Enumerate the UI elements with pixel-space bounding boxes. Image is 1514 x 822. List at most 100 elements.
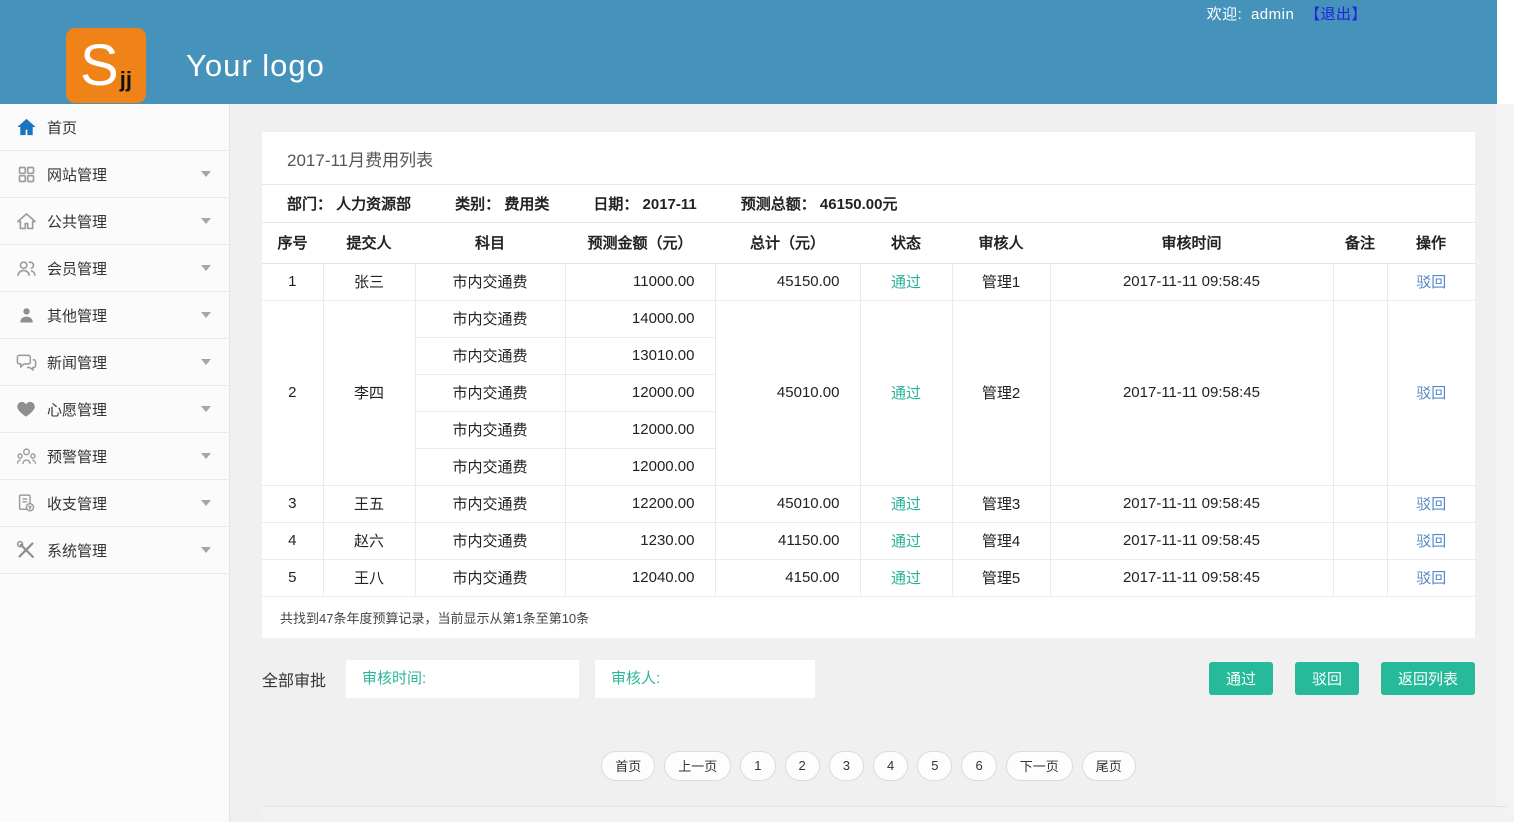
review-time-cell: 2017-11-11 09:58:45: [1050, 263, 1333, 300]
sidebar-item-label: 系统管理: [47, 540, 107, 561]
expense-table: 序号提交人科目预测金额（元）总计（元）状态审核人审核时间备注操作 1张三市内交通…: [262, 223, 1475, 597]
action-cell: 驳回: [1387, 300, 1475, 485]
reject-link[interactable]: 驳回: [1416, 533, 1446, 550]
action-cell: 驳回: [1387, 522, 1475, 559]
amount-cell: 12040.00: [565, 559, 715, 596]
subject-cell: 市内交通费: [415, 411, 565, 448]
table-row: 1张三市内交通费11000.0045150.00通过管理12017-11-11 …: [262, 263, 1475, 300]
username: admin: [1251, 6, 1294, 23]
group-icon: [13, 444, 39, 468]
tools-icon: [13, 538, 39, 562]
sidebar-item-public[interactable]: 公共管理: [0, 198, 229, 245]
table-row: 5王八市内交通费12040.004150.00通过管理52017-11-11 0…: [262, 559, 1475, 596]
welcome-label: 欢迎:: [1207, 6, 1243, 23]
sidebar-item-label: 收支管理: [47, 493, 107, 514]
amount-cell: 12200.00: [565, 485, 715, 522]
page-next[interactable]: 下一页: [1006, 751, 1073, 781]
sidebar-nav: 首页网站管理公共管理会员管理其他管理新闻管理心愿管理预警管理收支管理系统管理: [0, 104, 230, 822]
action-cell: 驳回: [1387, 263, 1475, 300]
sidebar-item-news[interactable]: 新闻管理: [0, 339, 229, 386]
status-link[interactable]: 通过: [891, 274, 921, 291]
total-cell: 45010.00: [715, 485, 860, 522]
sidebar-item-label: 其他管理: [47, 305, 107, 326]
page-4[interactable]: 4: [873, 751, 908, 781]
page-5[interactable]: 5: [917, 751, 952, 781]
sidebar-item-website[interactable]: 网站管理: [0, 151, 229, 198]
scrollbar-track-top[interactable]: [1497, 0, 1514, 104]
reviewer-cell: 管理1: [952, 263, 1050, 300]
reviewer-cell: 管理5: [952, 559, 1050, 596]
reviewer-cell: 管理4: [952, 522, 1050, 559]
chevron-down-icon: [201, 406, 211, 412]
page-6[interactable]: 6: [961, 751, 996, 781]
sidebar-item-finance[interactable]: 收支管理: [0, 480, 229, 527]
remark-cell: [1333, 522, 1387, 559]
sidebar-item-home[interactable]: 首页: [0, 104, 229, 151]
amount-cell: 12000.00: [565, 448, 715, 485]
reject-link[interactable]: 驳回: [1416, 496, 1446, 513]
receipt-icon: [13, 491, 39, 515]
chat-icon: [13, 350, 39, 374]
submitter-cell: 赵六: [323, 522, 415, 559]
page-1[interactable]: 1: [740, 751, 775, 781]
chevron-down-icon: [201, 359, 211, 365]
subject-cell: 市内交通费: [415, 374, 565, 411]
page-last[interactable]: 尾页: [1082, 751, 1136, 781]
table-row: 2李四市内交通费14000.0045010.00通过管理22017-11-11 …: [262, 300, 1475, 337]
sidebar-item-label: 新闻管理: [47, 352, 107, 373]
status-link[interactable]: 通过: [891, 570, 921, 587]
reject-link[interactable]: 驳回: [1416, 385, 1446, 402]
status-cell: 通过: [860, 263, 952, 300]
amount-cell: 12000.00: [565, 411, 715, 448]
main-content: 2017-11月费用列表 部门： 人力资源部类别： 费用类日期： 2017-11…: [230, 104, 1514, 822]
review-time-cell: 2017-11-11 09:58:45: [1050, 300, 1333, 485]
status-link[interactable]: 通过: [891, 533, 921, 550]
total-cell: 45010.00: [715, 300, 860, 485]
reviewer-input[interactable]: [595, 660, 815, 698]
submitter-cell: 李四: [323, 300, 415, 485]
table-row: 4赵六市内交通费1230.0041150.00通过管理42017-11-11 0…: [262, 522, 1475, 559]
status-link[interactable]: 通过: [891, 496, 921, 513]
approve-button[interactable]: 通过: [1209, 662, 1273, 695]
review-time-input[interactable]: [346, 660, 579, 698]
sidebar-item-warning[interactable]: 预警管理: [0, 433, 229, 480]
subject-cell: 市内交通费: [415, 337, 565, 374]
column-header: 审核时间: [1050, 223, 1333, 263]
sidebar-item-label: 公共管理: [47, 211, 107, 232]
reject-button[interactable]: 驳回: [1295, 662, 1359, 695]
status-cell: 通过: [860, 522, 952, 559]
page-first[interactable]: 首页: [601, 751, 655, 781]
review-time-cell: 2017-11-11 09:58:45: [1050, 485, 1333, 522]
subject-cell: 市内交通费: [415, 448, 565, 485]
home-outline-icon: [13, 209, 39, 233]
seq-cell: 3: [262, 485, 323, 522]
page-3[interactable]: 3: [829, 751, 864, 781]
column-header: 提交人: [323, 223, 415, 263]
pagination: 首页上一页 123456 下一页尾页: [262, 751, 1475, 781]
sidebar-item-system[interactable]: 系统管理: [0, 527, 229, 574]
page-prev[interactable]: 上一页: [664, 751, 731, 781]
chevron-down-icon: [201, 312, 211, 318]
column-header: 状态: [860, 223, 952, 263]
sidebar-item-wish[interactable]: 心愿管理: [0, 386, 229, 433]
logout-link[interactable]: 【退出】: [1305, 6, 1367, 23]
review-time-cell: 2017-11-11 09:58:45: [1050, 522, 1333, 559]
reviewer-cell: 管理3: [952, 485, 1050, 522]
status-link[interactable]: 通过: [891, 385, 921, 402]
sidebar-item-other[interactable]: 其他管理: [0, 292, 229, 339]
reject-link[interactable]: 驳回: [1416, 570, 1446, 587]
seq-cell: 2: [262, 300, 323, 485]
expense-list-card: 2017-11月费用列表 部门： 人力资源部类别： 费用类日期： 2017-11…: [262, 132, 1475, 638]
page-2[interactable]: 2: [785, 751, 820, 781]
total-cell: 4150.00: [715, 559, 860, 596]
back-to-list-button[interactable]: 返回列表: [1381, 662, 1475, 695]
filter-summary-row: 部门： 人力资源部类别： 费用类日期： 2017-11预测总额： 46150.0…: [262, 185, 1475, 223]
footer-divider: [262, 806, 1507, 822]
total-cell: 45150.00: [715, 263, 860, 300]
subject-cell: 市内交通费: [415, 522, 565, 559]
batch-approval-bar: 全部审批 通过 驳回 返回列表: [262, 660, 1475, 698]
sidebar-item-member[interactable]: 会员管理: [0, 245, 229, 292]
reject-link[interactable]: 驳回: [1416, 274, 1446, 291]
record-count-summary: 共找到47条年度预算记录，当前显示从第1条至第10条: [262, 597, 1475, 638]
logo-sub-letters: jj: [120, 67, 132, 93]
